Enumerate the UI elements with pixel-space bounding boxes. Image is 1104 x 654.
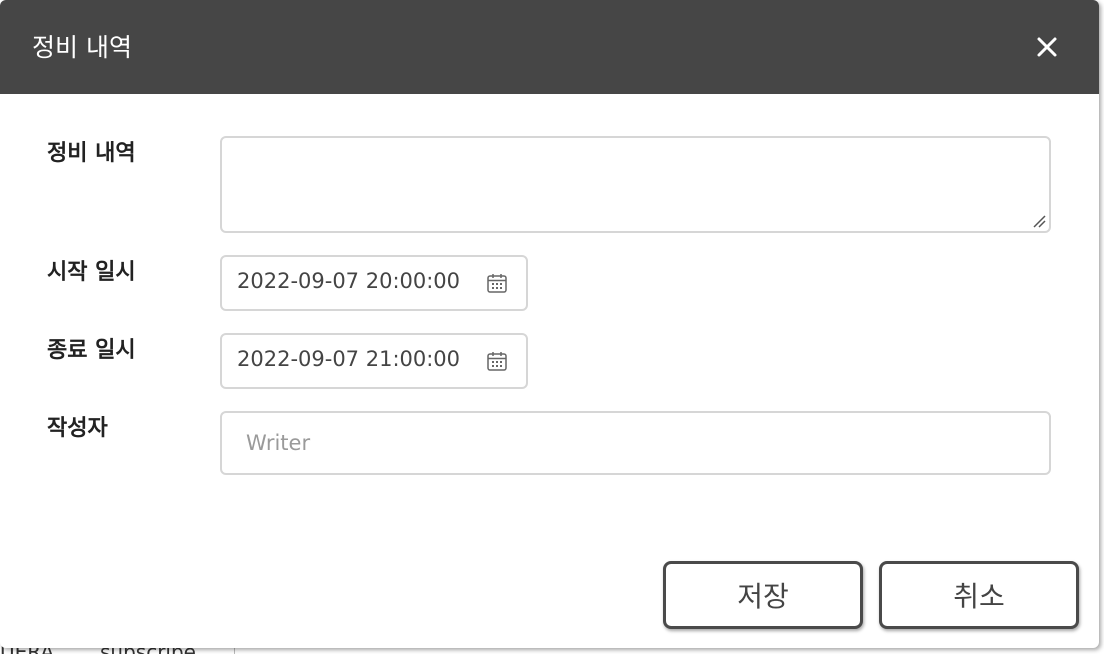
maintenance-dialog: 정비 내역 정비 내역 시작 일시 2022-09-07 20:00:00 종료… xyxy=(0,0,1099,648)
writer-input[interactable] xyxy=(222,413,1049,473)
details-textarea-wrapper xyxy=(220,136,1051,233)
resize-grip-icon[interactable] xyxy=(1032,214,1046,228)
dialog-title: 정비 내역 xyxy=(32,33,132,62)
start-datetime-input[interactable]: 2022-09-07 20:00:00 xyxy=(220,255,528,311)
close-button[interactable] xyxy=(1031,31,1063,63)
details-label: 정비 내역 xyxy=(47,141,136,166)
end-datetime-value: 2022-09-07 21:00:00 xyxy=(237,347,461,371)
end-datetime-input[interactable]: 2022-09-07 21:00:00 xyxy=(220,333,528,389)
save-button[interactable]: 저장 xyxy=(663,561,863,629)
cancel-button[interactable]: 취소 xyxy=(879,561,1079,629)
close-icon xyxy=(1037,37,1057,57)
details-textarea[interactable] xyxy=(222,138,1049,231)
calendar-icon[interactable] xyxy=(486,272,508,294)
dialog-header: 정비 내역 xyxy=(0,0,1099,94)
writer-label: 작성자 xyxy=(47,416,108,441)
calendar-icon[interactable] xyxy=(486,350,508,372)
start-datetime-label: 시작 일시 xyxy=(47,260,136,285)
end-datetime-label: 종료 일시 xyxy=(47,338,136,363)
start-datetime-value: 2022-09-07 20:00:00 xyxy=(237,269,461,293)
writer-input-wrapper xyxy=(220,411,1051,475)
